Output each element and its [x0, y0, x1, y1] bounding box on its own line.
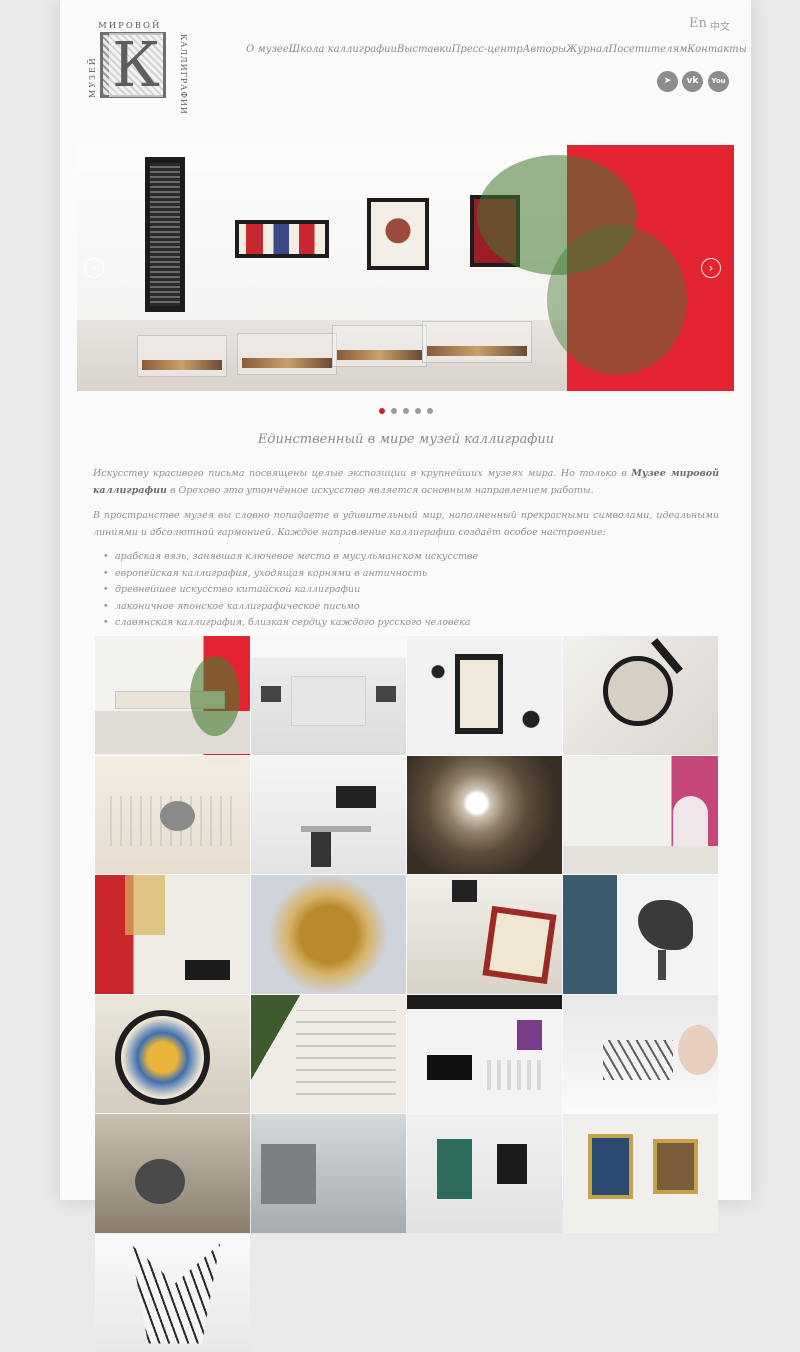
- slider-dot-3[interactable]: [403, 408, 409, 414]
- nav-item-journal[interactable]: Журнал: [566, 44, 608, 55]
- telegram-icon[interactable]: ➤: [657, 71, 678, 92]
- gallery-photo-calligraphy-pen-nib[interactable]: [95, 756, 250, 875]
- gallery-photo-embossed-paper-text[interactable]: [251, 995, 406, 1114]
- list-item: арабская вязь, занявшая ключевое место в…: [93, 549, 719, 566]
- site-header: МИРОВОЙ МУЗЕЙ КАЛЛИГРАФИИ К En 中文 О музе…: [60, 0, 751, 110]
- slide-palm-lower: [547, 225, 687, 375]
- museum-logo[interactable]: МИРОВОЙ МУЗЕЙ КАЛЛИГРАФИИ К: [88, 20, 184, 100]
- intro-section: Единственный в мире музей каллиграфии Ис…: [93, 432, 719, 632]
- intro-heading: Единственный в мире музей каллиграфии: [93, 432, 719, 447]
- nav-item-press[interactable]: Пресс-центр: [452, 44, 523, 55]
- logo-ornament: К: [100, 32, 166, 98]
- slide-portrait-artwork: [367, 198, 429, 270]
- lang-zh-link[interactable]: 中文: [710, 18, 730, 33]
- gallery-photo-ne-lettering-tile[interactable]: [251, 1114, 406, 1233]
- slider-dot-4[interactable]: [415, 408, 421, 414]
- gallery-photo-calligraphy-frame-ink-splash[interactable]: [407, 636, 562, 755]
- logo-right-text: КАЛЛИГРАФИИ: [179, 34, 188, 115]
- main-nav: О музее Школа каллиграфии Выставки Пресс…: [246, 44, 730, 55]
- p1-text-end: в Орехово это утончённое искусство являе…: [167, 485, 594, 496]
- slide-vitrine-2: [237, 333, 337, 375]
- hero-slider[interactable]: ‹ ›: [77, 145, 734, 391]
- calligraphy-types-list: арабская вязь, занявшая ключевое место в…: [93, 549, 719, 632]
- slide-vitrine-4: [422, 321, 532, 363]
- list-item: лаконичное японское каллиграфическое пис…: [93, 599, 719, 616]
- nav-item-school[interactable]: Школа каллиграфии: [289, 44, 397, 55]
- gallery-photo-magnifier-over-calligraphy[interactable]: [95, 995, 250, 1114]
- intro-paragraph-1: Искусству красивого письма посвящены цел…: [93, 465, 719, 499]
- gallery-photo-desk-with-monitor[interactable]: [251, 756, 406, 875]
- gallery-photo-paper-sculpture[interactable]: [95, 1234, 250, 1352]
- nav-item-about[interactable]: О музее: [246, 44, 289, 55]
- youtube-icon[interactable]: You: [708, 71, 729, 92]
- logo-letter: К: [109, 33, 163, 97]
- list-item: древнейшее искусство китайской каллиграф…: [93, 582, 719, 599]
- gallery-photo-exhibition-with-piano[interactable]: [95, 875, 250, 994]
- slider-next-button[interactable]: ›: [701, 258, 721, 278]
- list-item: европейская каллиграфия, уходящая корням…: [93, 566, 719, 583]
- gallery-photo-gold-ink-lettering[interactable]: [251, 875, 406, 994]
- gallery-photo-framed-manuscript[interactable]: [407, 875, 562, 994]
- slide-artwork-triptych: [235, 220, 329, 258]
- logo-left-text: МУЗЕЙ: [88, 56, 97, 98]
- slider-dot-1[interactable]: [379, 408, 385, 414]
- slider-dot-5[interactable]: [427, 408, 433, 414]
- gallery-photo-bronze-sculpture[interactable]: [563, 875, 718, 994]
- slide-vitrine-1: [137, 335, 227, 377]
- list-item: славянская каллиграфия, близкая сердцу к…: [93, 615, 719, 632]
- nav-item-authors[interactable]: Авторы: [523, 44, 566, 55]
- nav-item-exhibitions[interactable]: Выставки: [397, 44, 452, 55]
- slider-dot-2[interactable]: [391, 408, 397, 414]
- lang-en-link[interactable]: En: [689, 16, 707, 31]
- slider-prev-button[interactable]: ‹: [84, 258, 104, 278]
- nav-item-contacts[interactable]: Контакты: [687, 44, 746, 55]
- slider-pagination: [60, 399, 751, 418]
- page-container: МИРОВОЙ МУЗЕЙ КАЛЛИГРАФИИ К En 中文 О музе…: [60, 0, 751, 1200]
- slide-vitrine-3: [332, 325, 427, 367]
- gallery-photo-exhibition-hall-red-wall[interactable]: [95, 636, 250, 755]
- nav-item-visitors[interactable]: Посетителям: [609, 44, 688, 55]
- p1-text-start: Искусству красивого письма посвящены цел…: [93, 468, 631, 479]
- vk-icon[interactable]: vk: [682, 71, 703, 92]
- gallery-photo-gallery-green-frames[interactable]: [407, 1114, 562, 1233]
- gallery-photo-concert-hall-piano[interactable]: [407, 995, 562, 1114]
- gallery-photo-hand-writing-calligraphy[interactable]: [563, 995, 718, 1114]
- gallery-photo-inkwell-and-quill[interactable]: [95, 1114, 250, 1233]
- gallery-photo-magnifying-glass[interactable]: [563, 636, 718, 755]
- gallery-photo-pink-arch-room[interactable]: [563, 756, 718, 875]
- gallery-photo-spiral-tunnel-letters[interactable]: [407, 756, 562, 875]
- gallery-photo-white-gallery-corridor[interactable]: [251, 636, 406, 755]
- gallery-photo-gilded-frames-wall[interactable]: [563, 1114, 718, 1233]
- intro-paragraph-2: В пространстве музея вы словно попадаете…: [93, 507, 719, 541]
- photo-gallery: [95, 636, 716, 1206]
- slide-tall-artwork: [145, 157, 185, 312]
